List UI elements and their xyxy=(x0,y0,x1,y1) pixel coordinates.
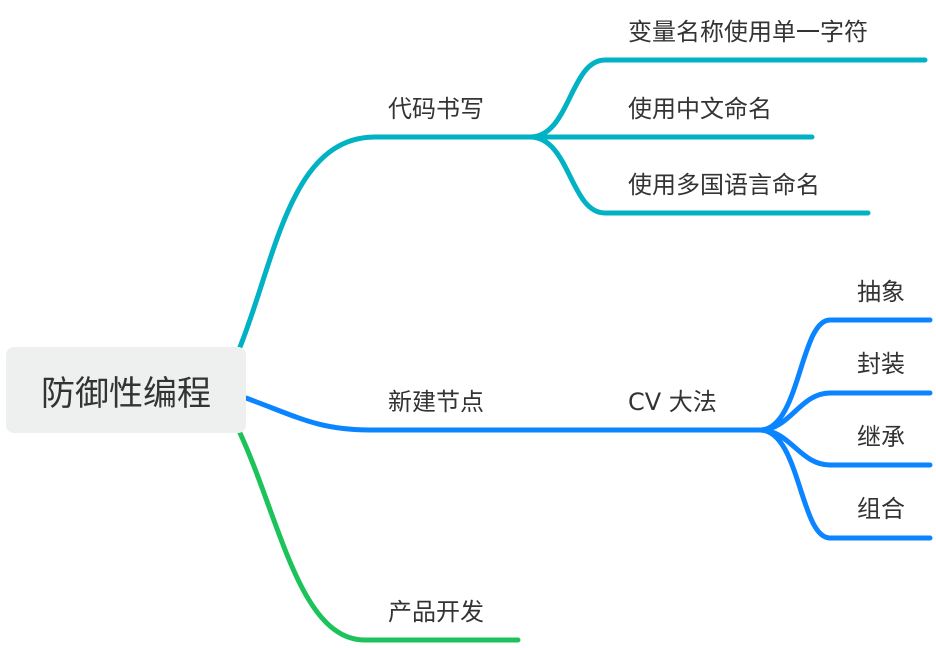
root-topic-label: 防御性编程 xyxy=(41,373,211,414)
topic-product-dev[interactable]: 产品开发 xyxy=(388,600,484,624)
topic-inheritance[interactable]: 继承 xyxy=(857,425,905,449)
connector-root-to-code-writing xyxy=(237,134,533,350)
topic-encapsulation[interactable]: 封装 xyxy=(857,352,905,376)
topic-new-node[interactable]: 新建节点 xyxy=(388,390,484,414)
topic-chinese-names[interactable]: 使用中文命名 xyxy=(628,97,772,121)
topic-composition[interactable]: 组合 xyxy=(857,497,905,521)
root-topic[interactable]: 防御性编程 xyxy=(6,347,246,433)
topic-cv-method[interactable]: CV 大法 xyxy=(628,390,717,414)
topic-multilang-names[interactable]: 使用多国语言命名 xyxy=(628,173,820,197)
topic-code-writing[interactable]: 代码书写 xyxy=(388,97,484,121)
topic-single-char-names[interactable]: 变量名称使用单一字符 xyxy=(628,20,868,44)
topic-abstraction[interactable]: 抽象 xyxy=(857,280,905,304)
